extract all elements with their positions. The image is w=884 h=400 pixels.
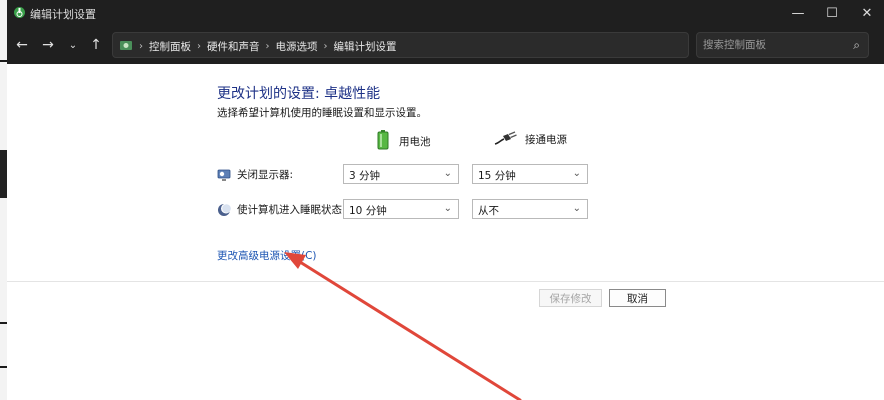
background-mark bbox=[0, 322, 7, 324]
sleep-battery-value: 10 分钟 bbox=[349, 205, 387, 217]
power-options-app-icon bbox=[13, 6, 26, 22]
window-title: 编辑计划设置 bbox=[30, 8, 96, 21]
monitor-icon bbox=[217, 168, 231, 182]
up-button[interactable]: ↑ bbox=[87, 36, 105, 54]
divider bbox=[7, 281, 884, 282]
page-description: 选择希望计算机使用的睡眠设置和显示设置。 bbox=[217, 107, 427, 119]
arrow-left-icon: ← bbox=[16, 37, 28, 53]
display-battery-value: 3 分钟 bbox=[349, 170, 381, 182]
background-window-strip bbox=[0, 0, 7, 400]
column-plugged-in: 接通电源 bbox=[494, 130, 567, 149]
background-mark bbox=[0, 150, 7, 198]
breadcrumb-separator-icon: › bbox=[197, 41, 201, 52]
chevron-down-icon: ⌄ bbox=[572, 203, 581, 214]
power-plug-icon bbox=[494, 130, 518, 149]
chevron-down-icon: ⌄ bbox=[68, 39, 78, 51]
back-button[interactable]: ← bbox=[13, 36, 31, 54]
battery-icon bbox=[377, 130, 389, 153]
title-bar[interactable]: 编辑计划设置 — ☐ ✕ bbox=[7, 0, 884, 26]
maximize-button[interactable]: ☐ bbox=[815, 0, 849, 26]
sleep-plugged-value: 从不 bbox=[478, 205, 499, 217]
breadcrumb-separator-icon: › bbox=[323, 41, 328, 52]
plan-settings-content: 更改计划的设置: 卓越性能 选择希望计算机使用的睡眠设置和显示设置。 用电池 接… bbox=[7, 64, 884, 400]
chevron-down-icon: ⌄ bbox=[443, 203, 452, 214]
breadcrumb-power-options[interactable]: 电源选项 bbox=[276, 39, 318, 54]
address-bar[interactable]: › 控制面板 › 硬件和声音 › 电源选项 › 编辑计划设置 ⌄ ↻ bbox=[112, 32, 786, 58]
arrow-up-icon: ↑ bbox=[90, 37, 102, 53]
display-plugged-select[interactable]: 15 分钟 ⌄ bbox=[472, 164, 588, 184]
address-toolbar: ← → ⌄ ↑ › 控制面板 › 硬件和声音 › 电源选项 › 编辑计划设置 ⌄ bbox=[7, 26, 884, 65]
arrow-right-icon: → bbox=[42, 37, 54, 53]
chevron-down-icon: ⌄ bbox=[572, 168, 581, 179]
forward-button[interactable]: → bbox=[39, 36, 57, 54]
close-icon: ✕ bbox=[861, 5, 873, 21]
page-title: 更改计划的设置: 卓越性能 bbox=[217, 86, 381, 102]
breadcrumb-edit-plan[interactable]: 编辑计划设置 bbox=[334, 39, 397, 54]
search-icon[interactable]: ⌕ bbox=[853, 38, 860, 53]
column-battery: 用电池 bbox=[377, 130, 431, 153]
breadcrumb-hardware-sound[interactable]: 硬件和声音 bbox=[207, 39, 260, 54]
background-mark bbox=[0, 60, 7, 62]
search-input[interactable] bbox=[703, 37, 843, 53]
turn-off-display-row-label: 关闭显示器: bbox=[217, 167, 293, 182]
breadcrumb-control-panel[interactable]: 控制面板 bbox=[149, 39, 191, 54]
recent-locations-button[interactable]: ⌄ bbox=[64, 36, 82, 54]
breadcrumb-separator-icon: › bbox=[139, 41, 143, 52]
edit-plan-settings-window: 编辑计划设置 — ☐ ✕ ← → ⌄ ↑ › 控制面板 › 硬件和声音 › 电源… bbox=[7, 0, 884, 400]
chevron-down-icon: ⌄ bbox=[443, 168, 452, 179]
sleep-battery-select[interactable]: 10 分钟 ⌄ bbox=[343, 199, 459, 219]
close-button[interactable]: ✕ bbox=[850, 0, 884, 26]
breadcrumb: › 控制面板 › 硬件和声音 › 电源选项 › 编辑计划设置 bbox=[139, 39, 397, 54]
turn-off-display-label: 关闭显示器: bbox=[237, 169, 294, 181]
minimize-button[interactable]: — bbox=[781, 0, 815, 26]
column-plugged-in-label: 接通电源 bbox=[525, 134, 567, 146]
control-panel-icon bbox=[119, 38, 133, 55]
display-plugged-value: 15 分钟 bbox=[478, 170, 516, 182]
minimize-icon: — bbox=[791, 5, 805, 21]
display-battery-select[interactable]: 3 分钟 ⌄ bbox=[343, 164, 459, 184]
sleep-row-label: 使计算机进入睡眠状态: bbox=[217, 202, 346, 217]
save-changes-button[interactable]: 保存修改 bbox=[539, 289, 602, 307]
sleep-label: 使计算机进入睡眠状态: bbox=[237, 204, 346, 216]
search-box[interactable]: ⌕ bbox=[696, 32, 869, 58]
column-battery-label: 用电池 bbox=[399, 136, 431, 148]
advanced-power-settings-link[interactable]: 更改高级电源设置(C) bbox=[217, 248, 317, 263]
moon-icon bbox=[217, 203, 231, 217]
maximize-icon: ☐ bbox=[826, 5, 838, 21]
cancel-button[interactable]: 取消 bbox=[609, 289, 666, 307]
background-mark bbox=[0, 366, 7, 368]
breadcrumb-separator-icon: › bbox=[265, 41, 270, 52]
sleep-plugged-select[interactable]: 从不 ⌄ bbox=[472, 199, 588, 219]
